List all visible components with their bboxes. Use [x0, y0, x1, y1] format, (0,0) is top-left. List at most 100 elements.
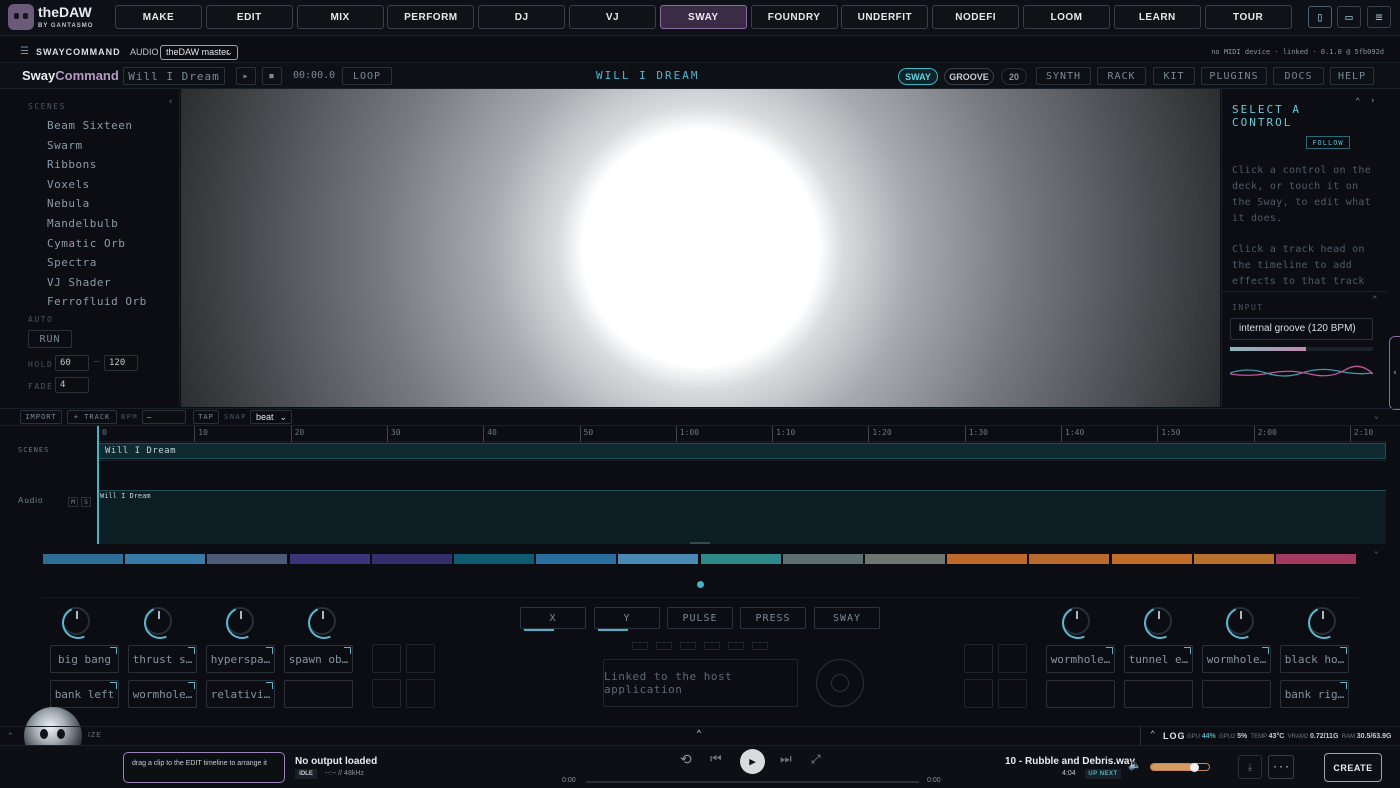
- chevron-down-icon[interactable]: ⌄: [1374, 411, 1379, 420]
- skip-forward-icon[interactable]: ⏭: [780, 752, 792, 767]
- audio-track-label[interactable]: Audio: [18, 496, 43, 505]
- tab-rack[interactable]: RACK: [1097, 67, 1146, 85]
- play-pause-button[interactable]: ▶: [740, 749, 765, 774]
- chevron-up-icon[interactable]: ⌃: [696, 729, 702, 740]
- scene-item[interactable]: Voxels: [47, 178, 90, 191]
- scene-item[interactable]: Ribbons: [47, 158, 97, 171]
- scene-color-swatch[interactable]: [1111, 554, 1192, 564]
- chevron-up-icon[interactable]: ⌃: [1355, 97, 1360, 107]
- book-icon[interactable]: ▭: [1337, 6, 1361, 28]
- pad-button[interactable]: tunnel e…: [1124, 645, 1193, 673]
- tab-synth[interactable]: SYNTH: [1036, 67, 1091, 85]
- chevron-up-icon[interactable]: ⌃: [1372, 295, 1377, 305]
- scene-color-swatch[interactable]: [782, 554, 863, 564]
- mode-press[interactable]: PRESS: [740, 607, 806, 629]
- control-knob[interactable]: [1062, 607, 1090, 635]
- nav-nodefi[interactable]: NODEFI: [932, 5, 1020, 29]
- chevron-up-icon[interactable]: ⌃: [8, 731, 13, 740]
- scene-item[interactable]: Nebula: [47, 197, 90, 210]
- visualizer-canvas[interactable]: [181, 89, 1220, 407]
- control-knob[interactable]: [1226, 607, 1254, 635]
- tab-plugins[interactable]: PLUGINS: [1201, 67, 1267, 85]
- nav-make[interactable]: MAKE: [115, 5, 202, 29]
- scene-item[interactable]: Cymatic Orb: [47, 237, 125, 250]
- scene-color-swatch[interactable]: [289, 554, 370, 564]
- tab-kit[interactable]: KIT: [1153, 67, 1195, 85]
- pad-button[interactable]: bank rig…: [1280, 680, 1349, 708]
- scene-clip[interactable]: Will I Dream: [98, 443, 1386, 459]
- nav-foundry[interactable]: FOUNDRY: [750, 5, 838, 29]
- pad-button[interactable]: wormhole…: [128, 680, 197, 708]
- create-button[interactable]: CREATE: [1324, 753, 1382, 782]
- nav-loom[interactable]: LOOM: [1023, 5, 1110, 29]
- run-button[interactable]: RUN: [28, 330, 72, 348]
- solo-button[interactable]: S: [81, 497, 91, 507]
- empty-slot[interactable]: [964, 644, 993, 673]
- up-next-badge[interactable]: UP NEXT: [1085, 769, 1121, 779]
- scene-item[interactable]: Swarm: [47, 139, 83, 152]
- mode-pulse[interactable]: PULSE: [667, 607, 733, 629]
- clip-name-field[interactable]: Will I Dream: [123, 67, 225, 85]
- skip-back-icon[interactable]: ⏮: [710, 752, 722, 767]
- scene-color-swatch[interactable]: [1276, 554, 1356, 564]
- scene-color-swatch[interactable]: [618, 554, 699, 564]
- seek-bar[interactable]: [586, 781, 919, 783]
- pad-button[interactable]: thrust s…: [128, 645, 197, 673]
- play-icon[interactable]: ▸: [236, 67, 256, 85]
- mini-pad[interactable]: [704, 642, 720, 650]
- side-drawer-handle[interactable]: ‹: [1389, 336, 1400, 410]
- hold-min-input[interactable]: 60: [55, 355, 89, 371]
- pad-button[interactable]: [1124, 680, 1193, 708]
- scene-color-swatch[interactable]: [454, 554, 534, 564]
- jog-wheel[interactable]: [816, 659, 864, 707]
- audio-source-select[interactable]: theDAW master ⌄: [160, 45, 238, 60]
- collapse-left-icon[interactable]: ‹: [168, 97, 173, 107]
- scene-color-swatch[interactable]: [207, 554, 288, 564]
- download-icon[interactable]: ⤓: [1238, 755, 1262, 779]
- mini-pad[interactable]: [680, 642, 696, 650]
- hold-max-input[interactable]: 120: [104, 355, 138, 371]
- snap-select[interactable]: beat ⌄: [250, 410, 292, 424]
- empty-slot[interactable]: [406, 679, 435, 708]
- scene-color-swatch[interactable]: [43, 554, 123, 564]
- pad-button[interactable]: [284, 680, 353, 708]
- pad-button[interactable]: big bang: [50, 645, 119, 673]
- scenes-track-label[interactable]: SCENES: [18, 446, 49, 454]
- volume-knob[interactable]: [1189, 763, 1199, 772]
- scene-item[interactable]: Mandelbulb: [47, 217, 118, 230]
- control-knob[interactable]: [308, 607, 336, 635]
- empty-slot[interactable]: [372, 679, 401, 708]
- pad-button[interactable]: wormhole…: [1202, 645, 1271, 673]
- nav-perform[interactable]: PERFORM: [387, 5, 475, 29]
- timeline-ruler[interactable]: 0 10 20 30 40 50 1:00 1:10 1:20 1:30 1:40 1:50 2:00 2…: [97, 426, 1387, 442]
- mode-sway[interactable]: SWAY: [814, 607, 880, 629]
- groove-mode-button[interactable]: GROOVE: [944, 68, 994, 85]
- pad-button[interactable]: hyperspa…: [206, 645, 275, 673]
- phone-icon[interactable]: ▯: [1308, 6, 1332, 28]
- scene-color-swatch[interactable]: [536, 554, 617, 564]
- control-knob[interactable]: [62, 607, 90, 635]
- scene-color-swatch[interactable]: [700, 554, 781, 564]
- fullscreen-icon[interactable]: ⤢: [811, 752, 821, 767]
- scene-item[interactable]: Beam Sixteen: [47, 119, 132, 132]
- scene-item[interactable]: VJ Shader: [47, 276, 111, 289]
- scene-item[interactable]: Spectra: [47, 256, 97, 269]
- log-toggle[interactable]: LOG: [1163, 731, 1186, 741]
- control-knob[interactable]: [1308, 607, 1336, 635]
- nav-sway[interactable]: SWAY: [659, 5, 747, 29]
- mini-pad[interactable]: [752, 642, 768, 650]
- tap-button[interactable]: TAP: [193, 410, 219, 424]
- scene-color-swatch[interactable]: [1029, 554, 1110, 564]
- scene-item[interactable]: Ferrofluid Orb: [47, 295, 147, 308]
- sway-mode-button[interactable]: SWAY: [898, 68, 938, 85]
- mute-button[interactable]: M: [68, 497, 78, 507]
- chevron-right-icon[interactable]: ›: [1370, 96, 1375, 106]
- resize-handle[interactable]: [690, 542, 710, 544]
- chevron-up-icon[interactable]: ⌃: [1150, 730, 1155, 740]
- app-logo[interactable]: [8, 4, 34, 30]
- bpm-input[interactable]: —: [142, 410, 186, 424]
- pad-button[interactable]: spawn ob…: [284, 645, 353, 673]
- tab-help[interactable]: HELP: [1330, 67, 1374, 85]
- menu-icon[interactable]: ≡: [1367, 6, 1391, 28]
- pad-button[interactable]: wormhole…: [1046, 645, 1115, 673]
